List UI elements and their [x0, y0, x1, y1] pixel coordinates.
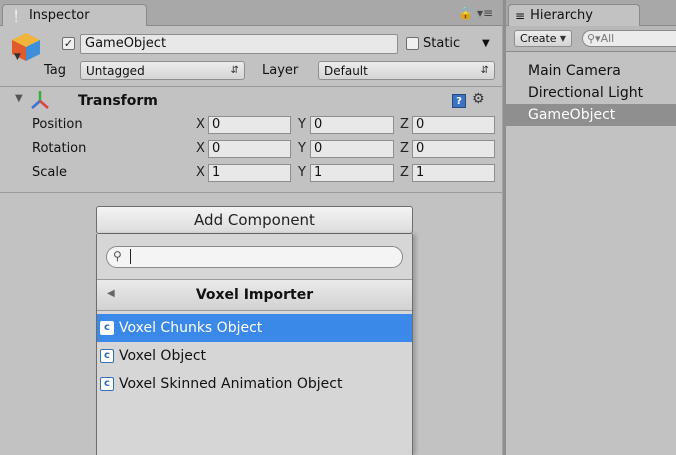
component-item-label: Voxel Chunks Object	[119, 320, 263, 336]
active-checkbox[interactable]: ✓	[62, 37, 75, 50]
tab-menu-icon[interactable]: ▾≡	[477, 6, 493, 20]
text-cursor	[130, 249, 131, 264]
position-x-field[interactable]: 0	[208, 116, 291, 134]
hierarchy-panel: ≡ Hierarchy Create ▼ ⚲▾All Main Camera D…	[506, 0, 676, 455]
search-icon: ⚲	[113, 249, 122, 263]
position-z-axis-label: Z	[400, 117, 409, 132]
position-z-field[interactable]: 0	[412, 116, 495, 134]
component-item-voxel-object[interactable]: c Voxel Object	[97, 342, 412, 370]
add-component-button[interactable]: Add Component	[96, 206, 413, 234]
component-item-label: Voxel Skinned Animation Object	[119, 376, 343, 392]
rotation-y-axis-label: Y	[298, 141, 306, 156]
scale-x-field[interactable]: 1	[208, 164, 291, 182]
hierarchy-list-icon: ≡	[515, 8, 526, 23]
component-item-voxel-skinned-animation-object[interactable]: c Voxel Skinned Animation Object	[97, 370, 412, 398]
rotation-x-field[interactable]: 0	[208, 140, 291, 158]
tab-inspector[interactable]: ❕ Inspector	[2, 4, 147, 26]
hierarchy-item-directional-light[interactable]: Directional Light	[506, 82, 676, 104]
scale-y-field[interactable]: 1	[310, 164, 394, 182]
component-item-voxel-chunks-object[interactable]: c Voxel Chunks Object	[97, 314, 412, 342]
layer-dropdown[interactable]: Default ⇵	[318, 61, 495, 80]
create-label: Create	[520, 32, 557, 45]
static-checkbox[interactable]	[406, 37, 419, 50]
layer-dropdown-arrow-icon: ⇵	[480, 65, 489, 76]
gear-icon[interactable]: ⚙	[472, 91, 485, 107]
component-item-label: Voxel Object	[119, 348, 207, 364]
layer-value: Default	[324, 63, 368, 78]
static-label: Static	[423, 36, 461, 51]
static-dropdown-icon[interactable]: ▼	[482, 38, 490, 49]
rotation-z-axis-label: Z	[400, 141, 409, 156]
divider	[0, 86, 502, 87]
search-icon: ⚲▾	[587, 32, 601, 45]
rotation-x-axis-label: X	[196, 141, 205, 156]
csharp-script-icon: c	[100, 377, 114, 391]
create-dropdown[interactable]: Create ▼	[514, 30, 572, 47]
scale-y-axis-label: Y	[298, 165, 306, 180]
inspector-panel: ❕ Inspector 🔒 ▾≡ ▼ ✓ GameObject Static ▼…	[0, 0, 502, 455]
tab-hierarchy-label: Hierarchy	[530, 8, 593, 23]
tag-dropdown[interactable]: Untagged ⇵	[80, 61, 245, 80]
hierarchy-tabstrip: ≡ Hierarchy	[506, 0, 676, 26]
rotation-label: Rotation	[32, 141, 87, 156]
popup-category-title: Voxel Importer	[195, 287, 314, 303]
csharp-script-icon: c	[100, 321, 114, 335]
position-y-axis-label: Y	[298, 117, 306, 132]
hierarchy-item-main-camera[interactable]: Main Camera	[506, 60, 676, 82]
hierarchy-search-placeholder: All	[600, 32, 615, 45]
layer-label: Layer	[262, 63, 299, 78]
hierarchy-search-input[interactable]: ⚲▾All	[582, 30, 676, 47]
scale-z-axis-label: Z	[400, 165, 409, 180]
help-icon[interactable]: ?	[452, 94, 466, 108]
divider	[0, 192, 502, 193]
rotation-z-field[interactable]: 0	[412, 140, 495, 158]
scale-z-field[interactable]: 1	[412, 164, 495, 182]
info-icon: ❕	[9, 8, 24, 23]
position-y-field[interactable]: 0	[310, 116, 394, 134]
component-search-input[interactable]: ⚲	[106, 246, 403, 268]
transform-axes-icon	[26, 90, 54, 110]
position-x-axis-label: X	[196, 117, 205, 132]
tag-value: Untagged	[86, 63, 145, 78]
transform-title: Transform	[78, 93, 158, 109]
popup-category-header: ◀ Voxel Importer	[97, 279, 412, 311]
tag-label: Tag	[44, 63, 67, 78]
icon-dropdown-arrow-icon[interactable]: ▼	[14, 52, 21, 62]
create-arrow-icon: ▼	[559, 34, 566, 43]
hierarchy-item-gameobject[interactable]: GameObject	[506, 104, 676, 126]
tab-hierarchy[interactable]: ≡ Hierarchy	[508, 4, 640, 26]
csharp-script-icon: c	[100, 349, 114, 363]
scale-label: Scale	[32, 165, 67, 180]
add-component-popup: ⚲ ◀ Voxel Importer c Voxel Chunks Object…	[96, 234, 413, 455]
lock-icon[interactable]: 🔒	[458, 6, 473, 20]
rotation-y-field[interactable]: 0	[310, 140, 394, 158]
gameobject-name-field[interactable]: GameObject	[80, 34, 398, 54]
scale-x-axis-label: X	[196, 165, 205, 180]
tab-inspector-label: Inspector	[28, 8, 90, 23]
tag-dropdown-arrow-icon: ⇵	[230, 65, 239, 76]
foldout-arrow-icon[interactable]: ▼	[15, 93, 23, 104]
position-label: Position	[32, 117, 83, 132]
hierarchy-toolbar: Create ▼ ⚲▾All	[506, 26, 676, 52]
inspector-tabstrip: ❕ Inspector 🔒 ▾≡	[0, 0, 502, 26]
